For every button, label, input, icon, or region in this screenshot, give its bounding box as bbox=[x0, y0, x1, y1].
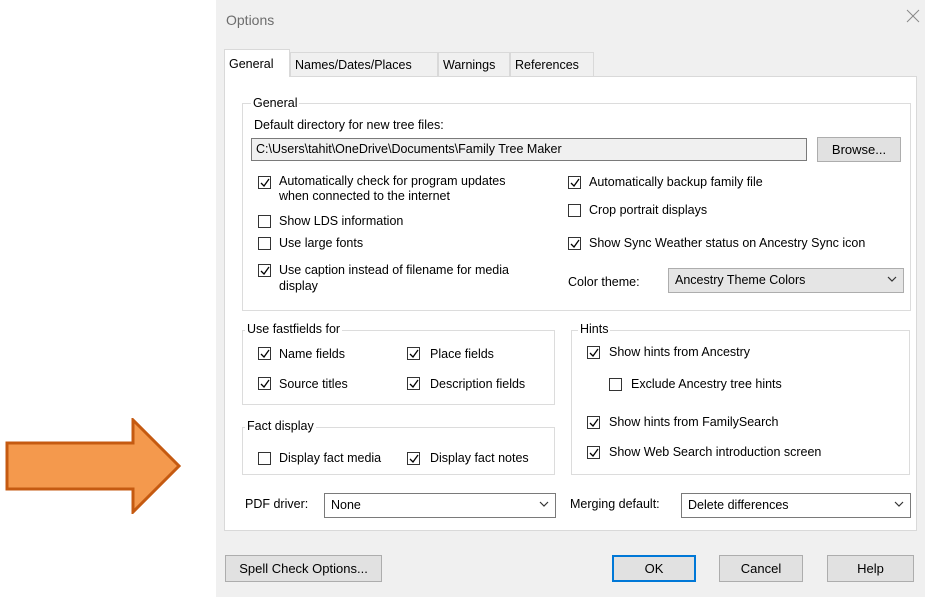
close-icon[interactable] bbox=[904, 7, 922, 25]
tab-names-dates-places[interactable]: Names/Dates/Places bbox=[290, 52, 438, 76]
fastfields-group bbox=[242, 330, 555, 405]
use-caption-label-line1: Use caption instead of filename for medi… bbox=[279, 263, 509, 277]
tab-references[interactable]: References bbox=[510, 52, 594, 76]
sync-weather-checkbox[interactable] bbox=[568, 237, 581, 250]
use-caption-checkbox[interactable] bbox=[258, 264, 271, 277]
show-lds-checkbox[interactable] bbox=[258, 215, 271, 228]
help-button[interactable]: Help bbox=[827, 555, 914, 582]
tab-warnings[interactable]: Warnings bbox=[438, 52, 510, 76]
crop-portrait-label: Crop portrait displays bbox=[589, 203, 708, 217]
use-caption-label-line2: display bbox=[279, 279, 318, 293]
merging-default-value: Delete differences bbox=[688, 498, 789, 512]
sync-weather-label: Show Sync Weather status on Ancestry Syn… bbox=[589, 236, 866, 250]
name-fields-label: Name fields bbox=[279, 347, 345, 361]
hints-legend: Hints bbox=[578, 322, 611, 336]
auto-backup-label: Automatically backup family file bbox=[589, 175, 763, 189]
show-lds-label: Show LDS information bbox=[279, 214, 404, 228]
chevron-down-icon bbox=[894, 501, 904, 507]
fastfields-legend: Use fastfields for bbox=[245, 322, 343, 336]
default-directory-field[interactable]: C:\Users\tahit\OneDrive\Documents\Family… bbox=[251, 138, 807, 161]
chevron-down-icon bbox=[539, 501, 549, 507]
tab-panel-general: General Default directory for new tree f… bbox=[224, 76, 917, 531]
ok-button[interactable]: OK bbox=[612, 555, 696, 582]
auto-check-updates-label-line1: Automatically check for program updates bbox=[279, 174, 506, 188]
crop-portrait-checkbox[interactable] bbox=[568, 204, 581, 217]
chevron-down-icon bbox=[887, 276, 897, 282]
web-search-intro-checkbox[interactable] bbox=[587, 446, 600, 459]
display-fact-media-checkbox[interactable] bbox=[258, 452, 271, 465]
source-titles-label: Source titles bbox=[279, 377, 348, 391]
hints-ancestry-checkbox[interactable] bbox=[587, 346, 600, 359]
source-titles-checkbox[interactable] bbox=[258, 377, 271, 390]
pdf-driver-select[interactable]: None bbox=[324, 493, 556, 518]
description-fields-checkbox[interactable] bbox=[407, 377, 420, 390]
hints-familysearch-label: Show hints from FamilySearch bbox=[609, 415, 779, 429]
auto-backup-checkbox[interactable] bbox=[568, 176, 581, 189]
display-fact-notes-label: Display fact notes bbox=[430, 451, 529, 465]
description-fields-label: Description fields bbox=[430, 377, 526, 391]
display-fact-media-label: Display fact media bbox=[279, 451, 382, 465]
color-theme-select[interactable]: Ancestry Theme Colors bbox=[668, 268, 904, 293]
hints-familysearch-checkbox[interactable] bbox=[587, 416, 600, 429]
merging-default-select[interactable]: Delete differences bbox=[681, 493, 911, 518]
browse-button[interactable]: Browse... bbox=[817, 137, 901, 162]
place-fields-checkbox[interactable] bbox=[407, 347, 420, 360]
large-fonts-checkbox[interactable] bbox=[258, 237, 271, 250]
display-fact-notes-checkbox[interactable] bbox=[407, 452, 420, 465]
general-group-legend: General bbox=[251, 96, 300, 110]
auto-check-updates-checkbox[interactable] bbox=[258, 176, 271, 189]
web-search-intro-label: Show Web Search introduction screen bbox=[609, 445, 822, 459]
default-directory-label: Default directory for new tree files: bbox=[254, 118, 444, 132]
large-fonts-label: Use large fonts bbox=[279, 236, 364, 250]
dialog-title: Options bbox=[226, 12, 275, 28]
exclude-tree-hints-checkbox[interactable] bbox=[609, 378, 622, 391]
auto-check-updates-label-line2: when connected to the internet bbox=[279, 189, 450, 203]
fact-display-legend: Fact display bbox=[245, 419, 316, 433]
options-dialog: Options General Names/Dates/Places Warni… bbox=[216, 0, 925, 597]
spell-check-options-button[interactable]: Spell Check Options... bbox=[225, 555, 382, 582]
merging-default-label: Merging default: bbox=[570, 497, 660, 511]
tab-general[interactable]: General bbox=[224, 49, 290, 77]
pdf-driver-label: PDF driver: bbox=[245, 497, 309, 511]
color-theme-value: Ancestry Theme Colors bbox=[675, 273, 806, 287]
hints-ancestry-label: Show hints from Ancestry bbox=[609, 345, 751, 359]
exclude-tree-hints-label: Exclude Ancestry tree hints bbox=[631, 377, 782, 391]
name-fields-checkbox[interactable] bbox=[258, 347, 271, 360]
annotation-arrow-icon bbox=[5, 418, 181, 514]
color-theme-label: Color theme: bbox=[568, 275, 640, 289]
cancel-button[interactable]: Cancel bbox=[719, 555, 803, 582]
place-fields-label: Place fields bbox=[430, 347, 494, 361]
pdf-driver-value: None bbox=[331, 498, 361, 512]
